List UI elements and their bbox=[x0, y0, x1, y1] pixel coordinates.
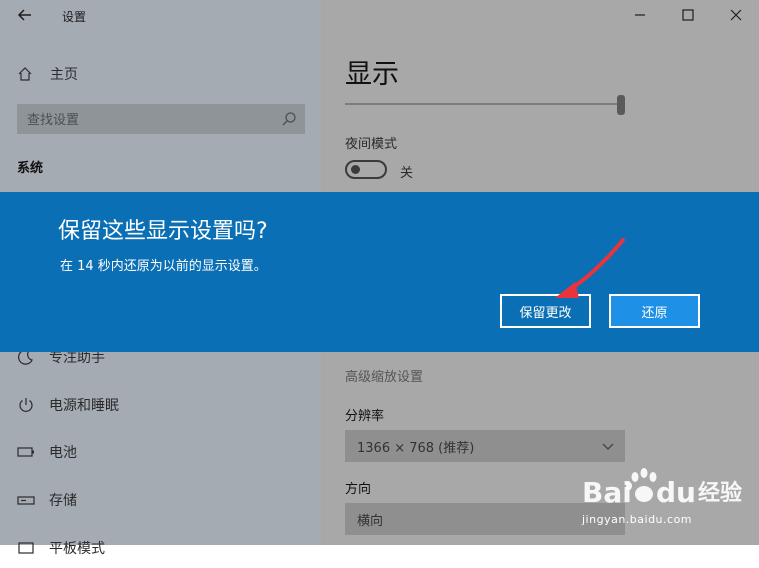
sidebar-item-tablet[interactable]: 平板模式 bbox=[0, 528, 321, 568]
night-mode-state: 关 bbox=[400, 166, 414, 181]
home-icon bbox=[18, 67, 32, 81]
dialog-title: 保留这些显示设置吗? bbox=[58, 219, 268, 244]
keep-display-settings-dialog: 保留这些显示设置吗? 在 14 秒内还原为以前的显示设置。 保留更改 还原 bbox=[0, 192, 759, 352]
advanced-scaling-link[interactable]: 高级缩放设置 bbox=[345, 366, 423, 385]
chevron-down-icon bbox=[602, 443, 614, 450]
tablet-icon bbox=[18, 542, 34, 554]
watermark-url: jingyan.baidu.com bbox=[582, 513, 693, 526]
resolution-label: 分辨率 bbox=[345, 409, 385, 424]
sidebar-item-label: 电源和睡眠 bbox=[49, 398, 119, 414]
search-box bbox=[17, 104, 305, 136]
brightness-slider-thumb[interactable] bbox=[617, 95, 625, 115]
sidebar-item-label: 电池 bbox=[49, 445, 77, 461]
orientation-label: 方向 bbox=[345, 482, 372, 497]
storage-icon bbox=[17, 496, 35, 505]
sidebar-item-label: 存储 bbox=[49, 493, 77, 509]
close-icon[interactable] bbox=[726, 5, 746, 25]
sidebar-item-label: 平板模式 bbox=[49, 541, 105, 557]
svg-text:du: du bbox=[656, 476, 696, 509]
resolution-value: 1366 × 768 (推荐) bbox=[357, 441, 475, 456]
sidebar-item-battery[interactable]: 电池 bbox=[0, 432, 321, 472]
battery-icon bbox=[17, 447, 34, 457]
sidebar-item-home[interactable]: 主页 bbox=[0, 56, 321, 92]
minimize-icon[interactable] bbox=[630, 5, 650, 25]
page-title: 显示 bbox=[345, 59, 399, 90]
window-title: 设置 bbox=[62, 10, 87, 24]
sidebar-item-label: 主页 bbox=[50, 67, 78, 83]
back-arrow-icon[interactable] bbox=[14, 4, 36, 26]
night-mode-toggle[interactable] bbox=[345, 160, 387, 179]
power-icon bbox=[19, 398, 33, 412]
sidebar-item-storage[interactable]: 存储 bbox=[0, 480, 321, 520]
orientation-value: 横向 bbox=[357, 514, 384, 529]
sidebar-item-power[interactable]: 电源和睡眠 bbox=[0, 385, 321, 425]
dialog-message: 在 14 秒内还原为以前的显示设置。 bbox=[60, 259, 267, 274]
svg-text:Bai: Bai bbox=[582, 476, 632, 509]
search-icon[interactable] bbox=[281, 111, 297, 127]
night-mode-label: 夜间模式 bbox=[345, 137, 398, 152]
maximize-icon[interactable] bbox=[678, 5, 698, 25]
resolution-dropdown[interactable]: 1366 × 768 (推荐) bbox=[345, 430, 625, 462]
annotation-arrow-icon bbox=[555, 238, 625, 298]
toggle-knob bbox=[351, 165, 360, 174]
section-title: 系统 bbox=[17, 161, 44, 176]
brightness-slider-track[interactable] bbox=[345, 103, 621, 105]
search-input[interactable] bbox=[17, 104, 279, 136]
svg-text:经验: 经验 bbox=[698, 480, 742, 506]
